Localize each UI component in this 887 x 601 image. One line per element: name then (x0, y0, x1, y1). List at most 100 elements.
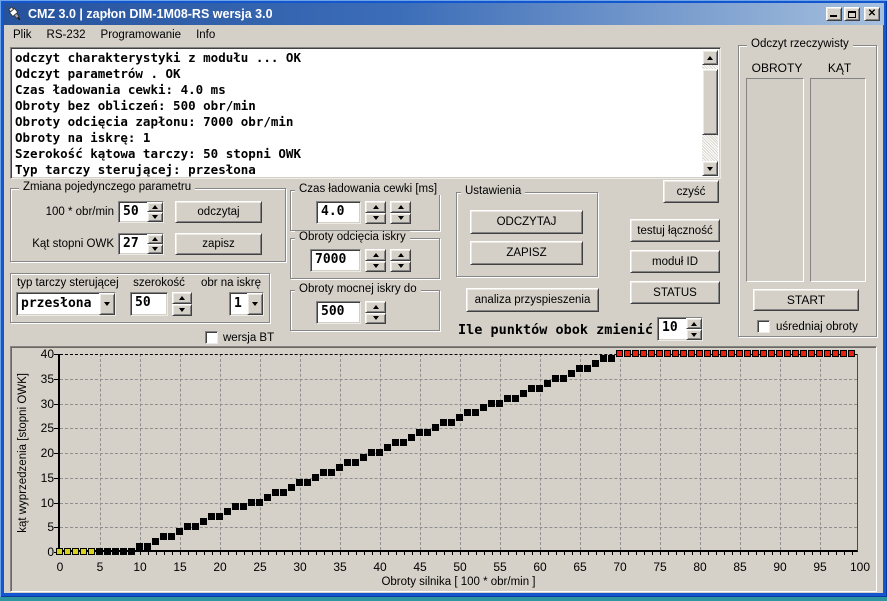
width-up-button[interactable] (172, 292, 192, 304)
data-point[interactable] (584, 365, 591, 372)
data-point[interactable] (112, 548, 119, 555)
cutoff-down-fine[interactable] (390, 261, 411, 273)
disc-type-dropdown-icon[interactable] (99, 293, 115, 315)
data-point[interactable] (120, 548, 127, 555)
strong-spark-updown[interactable] (365, 301, 386, 324)
data-point[interactable] (192, 523, 199, 530)
data-point[interactable] (368, 449, 375, 456)
maximize-button[interactable] (844, 7, 860, 21)
modul-id-button[interactable]: moduł ID (630, 250, 720, 273)
angle-value[interactable]: 27 (119, 234, 147, 254)
data-point[interactable] (824, 350, 831, 357)
data-point[interactable] (304, 479, 311, 486)
data-point[interactable] (576, 365, 583, 372)
data-point[interactable] (528, 385, 535, 392)
coil-time-updown-fine[interactable] (390, 201, 411, 224)
data-point[interactable] (552, 375, 559, 382)
data-point[interactable] (728, 350, 735, 357)
console-scrollbar[interactable] (702, 50, 718, 176)
width-value[interactable]: 50 (131, 293, 167, 315)
cutoff-up-fine[interactable] (390, 249, 411, 261)
data-point[interactable] (440, 419, 447, 426)
data-point[interactable] (696, 350, 703, 357)
width-updown[interactable] (172, 292, 192, 316)
data-point[interactable] (672, 350, 679, 357)
data-point[interactable] (144, 543, 151, 550)
zapisz-all-button[interactable]: ZAPISZ (470, 241, 583, 265)
width-field[interactable]: 50 (130, 292, 168, 316)
data-point[interactable] (248, 499, 255, 506)
data-point[interactable] (792, 350, 799, 357)
coil-time-value[interactable]: 4.0 (317, 202, 360, 223)
disc-type-combo[interactable]: przesłona (16, 292, 116, 316)
data-point[interactable] (496, 400, 503, 407)
czysc-button[interactable]: czyść (663, 180, 719, 203)
data-point[interactable] (736, 350, 743, 357)
data-point[interactable] (744, 350, 751, 357)
data-point[interactable] (592, 360, 599, 367)
data-point[interactable] (392, 439, 399, 446)
data-point[interactable] (560, 375, 567, 382)
data-point[interactable] (680, 350, 687, 357)
data-point[interactable] (232, 503, 239, 510)
odczytaj-all-button[interactable]: ODCZYTAJ (470, 210, 583, 234)
spark-per-rev-combo[interactable]: 1 (229, 292, 264, 316)
data-point[interactable] (776, 350, 783, 357)
data-point[interactable] (200, 518, 207, 525)
data-point[interactable] (760, 350, 767, 357)
data-point[interactable] (360, 454, 367, 461)
coil-time-updown-coarse[interactable] (365, 201, 386, 224)
data-point[interactable] (688, 350, 695, 357)
close-button[interactable]: ✕ (864, 7, 880, 21)
data-point[interactable] (608, 355, 615, 362)
ile-down-button[interactable] (686, 329, 702, 340)
data-point[interactable] (784, 350, 791, 357)
data-point[interactable] (616, 350, 623, 357)
data-point[interactable] (408, 434, 415, 441)
strong-spark-down[interactable] (365, 313, 386, 325)
data-point[interactable] (448, 419, 455, 426)
data-point[interactable] (240, 503, 247, 510)
data-point[interactable] (128, 548, 135, 555)
data-point[interactable] (512, 395, 519, 402)
coil-down-fine[interactable] (390, 213, 411, 225)
rpm-down-button[interactable] (147, 212, 163, 222)
menu-item-plik[interactable]: Plik (6, 27, 40, 43)
data-point[interactable] (656, 350, 663, 357)
data-point[interactable] (648, 350, 655, 357)
strong-spark-field[interactable]: 500 (316, 301, 361, 324)
data-point[interactable] (816, 350, 823, 357)
data-point[interactable] (224, 508, 231, 515)
angle-spinner[interactable]: 27 (118, 233, 164, 255)
kat-listbox[interactable] (810, 78, 866, 282)
data-point[interactable] (504, 395, 511, 402)
strong-spark-value[interactable]: 500 (317, 302, 360, 323)
data-point[interactable] (704, 350, 711, 357)
data-point[interactable] (400, 439, 407, 446)
rpm-up-button[interactable] (147, 202, 163, 212)
data-point[interactable] (456, 414, 463, 421)
data-point[interactable] (184, 523, 191, 530)
data-point[interactable] (472, 409, 479, 416)
data-point[interactable] (376, 449, 383, 456)
data-point[interactable] (480, 404, 487, 411)
data-point[interactable] (152, 538, 159, 545)
status-button[interactable]: STATUS (630, 281, 720, 304)
data-point[interactable] (72, 548, 79, 555)
wersja-bt-checkbox[interactable] (205, 331, 218, 344)
menu-item-info[interactable]: Info (189, 27, 223, 43)
data-point[interactable] (168, 533, 175, 540)
width-down-button[interactable] (172, 304, 192, 316)
data-point[interactable] (800, 350, 807, 357)
rpm-spinner[interactable]: 50 (118, 201, 164, 223)
data-point[interactable] (160, 533, 167, 540)
data-point[interactable] (808, 350, 815, 357)
data-point[interactable] (712, 350, 719, 357)
data-point[interactable] (296, 479, 303, 486)
cutoff-up-coarse[interactable] (365, 249, 386, 261)
data-point[interactable] (208, 513, 215, 520)
angle-up-button[interactable] (147, 234, 163, 244)
data-point[interactable] (720, 350, 727, 357)
coil-up-fine[interactable] (390, 201, 411, 213)
data-point[interactable] (568, 370, 575, 377)
